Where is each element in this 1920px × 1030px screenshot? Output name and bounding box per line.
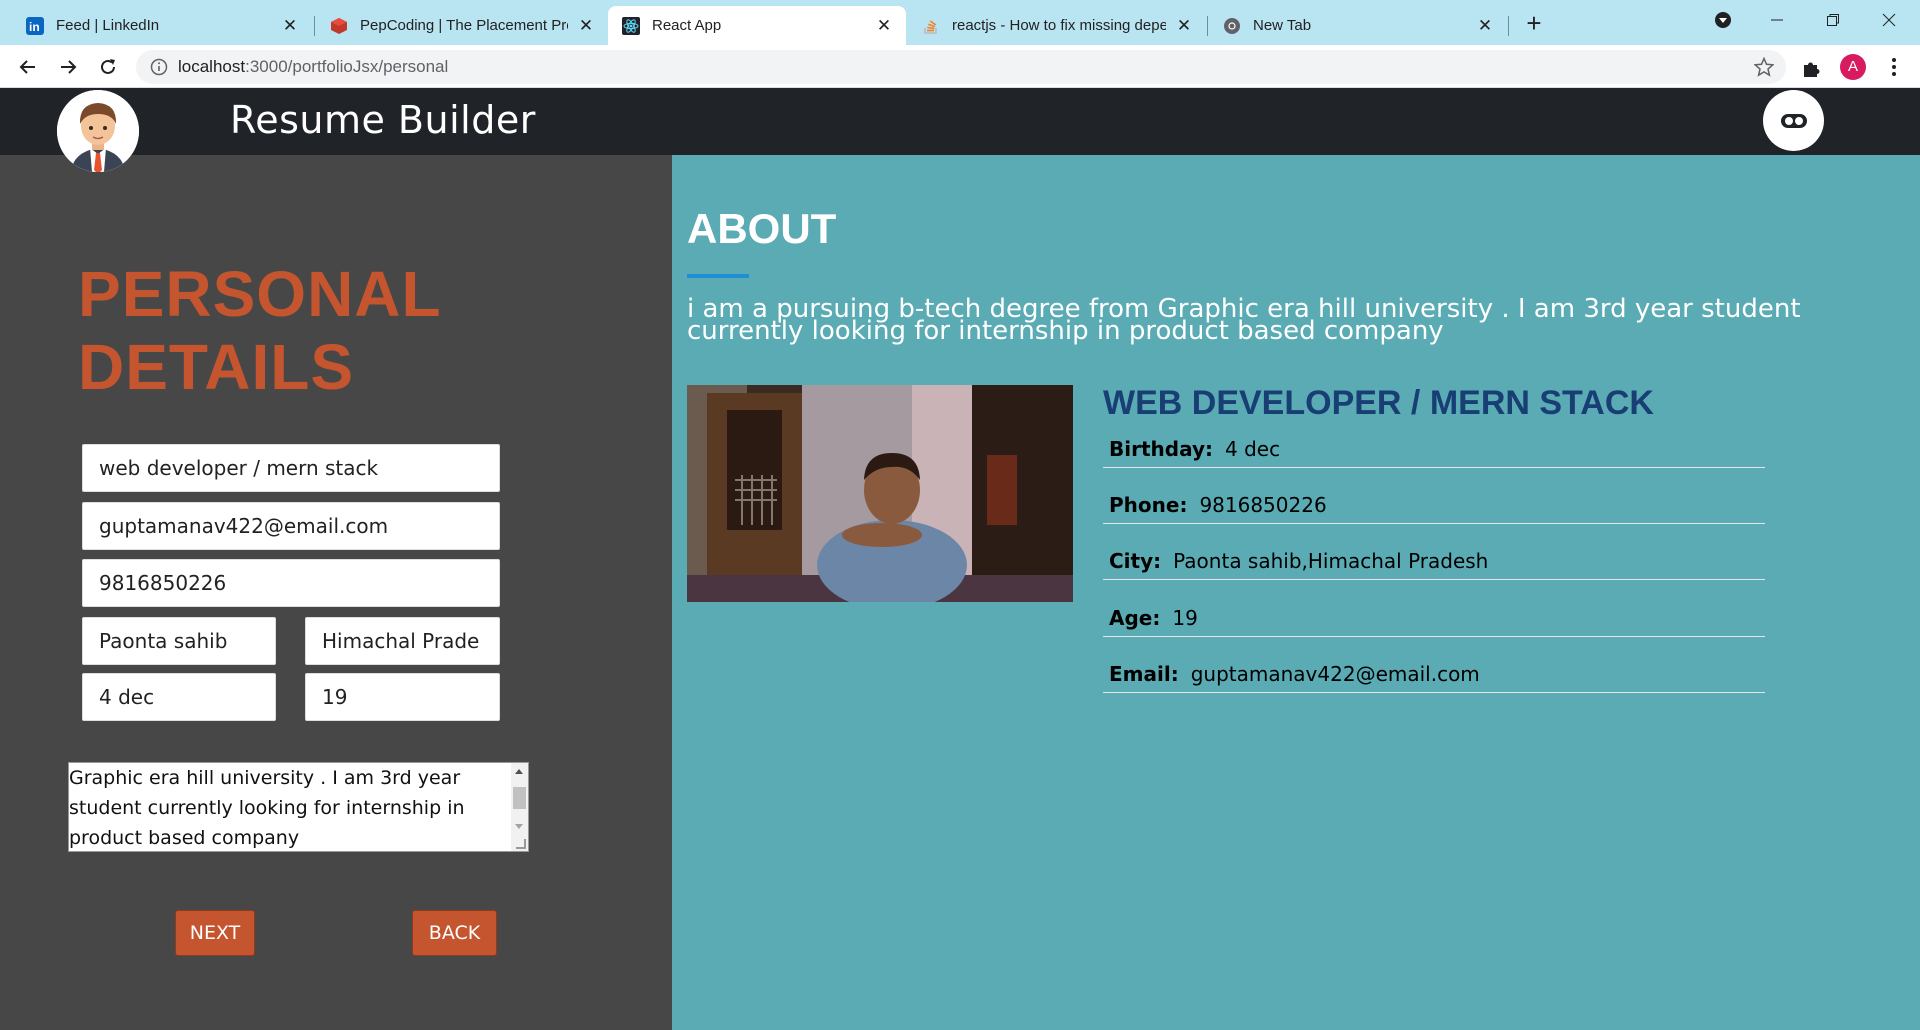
tab-react-app[interactable]: React App ✕ <box>608 6 906 45</box>
tab-new-tab[interactable]: New Tab ✕ <box>1209 6 1507 45</box>
restore-button[interactable] <box>1810 6 1856 34</box>
app-logo[interactable] <box>57 90 139 172</box>
tab-divider <box>1508 16 1509 36</box>
linkedin-icon: in <box>26 16 44 35</box>
info-label: Email: <box>1109 661 1179 686</box>
about-underline <box>687 274 749 278</box>
close-tab-icon[interactable]: ✕ <box>1473 14 1497 38</box>
age-input[interactable]: 19 <box>305 673 500 721</box>
back-nav-button[interactable] <box>12 51 44 83</box>
extensions-puzzle-icon[interactable] <box>1800 57 1822 79</box>
resize-handle-icon[interactable] <box>516 839 526 849</box>
new-tab-button[interactable]: + <box>1520 10 1548 38</box>
info-row-birthday: Birthday: 4 dec <box>1103 430 1765 468</box>
more-vertical-icon <box>1892 58 1896 76</box>
address-bar[interactable]: localhost:3000/portfolioJsx/personal <box>136 50 1786 84</box>
reload-icon <box>101 59 115 74</box>
url-text[interactable]: localhost:3000/portfolioJsx/personal <box>178 57 448 77</box>
tab-divider <box>1207 16 1208 36</box>
minimize-button[interactable] <box>1754 6 1800 34</box>
role-input[interactable]: web developer / mern stack <box>82 444 500 492</box>
profile-avatar[interactable]: A <box>1840 54 1866 80</box>
chrome-icon <box>1223 17 1241 35</box>
personal-details-form: PERSONAL DETAILS web developer / mern st… <box>0 155 672 1030</box>
tab-title: React App <box>652 17 722 34</box>
browser-toolbar: localhost:3000/portfolioJsx/personal A <box>0 45 1920 88</box>
state-input[interactable]: Himachal Prade <box>305 617 500 665</box>
about-textarea-text: Graphic era hill university . I am 3rd y… <box>69 767 465 849</box>
pepcoding-icon <box>330 17 348 35</box>
close-window-button[interactable] <box>1866 6 1912 34</box>
app-header: Resume Builder <box>0 88 1920 172</box>
tab-title: reactjs - How to fix missing depe <box>952 17 1166 34</box>
info-row-age: Age: 19 <box>1103 599 1765 637</box>
stackoverflow-icon <box>922 17 940 35</box>
info-label: Birthday: <box>1109 436 1213 461</box>
info-label: Age: <box>1109 605 1161 630</box>
tab-title: New Tab <box>1253 17 1312 34</box>
scroll-down-icon[interactable] <box>515 824 523 829</box>
tab-pepcoding[interactable]: PepCoding | The Placement Prog ✕ <box>316 6 608 45</box>
profile-photo <box>687 385 1073 602</box>
info-value: 9816850226 <box>1199 492 1327 517</box>
next-button[interactable]: NEXT <box>175 910 255 956</box>
back-button[interactable]: BACK <box>412 910 497 956</box>
about-textarea[interactable]: Graphic era hill university . I am 3rd y… <box>68 762 529 852</box>
close-tab-icon[interactable]: ✕ <box>1172 14 1196 38</box>
heading-line: PERSONAL <box>78 258 442 330</box>
react-icon <box>622 16 640 35</box>
scroll-up-icon[interactable] <box>515 769 523 774</box>
info-label: City: <box>1109 548 1162 573</box>
tab-stackoverflow[interactable]: reactjs - How to fix missing depe ✕ <box>908 6 1206 45</box>
info-value: guptamanav422@email.com <box>1190 661 1480 686</box>
toggle-icon <box>1780 113 1807 128</box>
forward-nav-button[interactable] <box>52 51 84 83</box>
svg-text:in: in <box>29 20 40 34</box>
info-row-city: City: Paonta sahib,Himachal Pradesh <box>1103 542 1765 580</box>
page-title: PERSONAL DETAILS <box>78 258 442 404</box>
browser-tab-strip: in Feed | LinkedIn ✕ PepCoding | The Pla… <box>0 0 1920 45</box>
email-input[interactable]: guptamanav422@email.com <box>82 502 500 550</box>
theme-toggle-button[interactable] <box>1763 90 1824 151</box>
resume-preview: ABOUT i am a pursuing b-tech degree from… <box>672 155 1920 1030</box>
info-value: 19 <box>1172 605 1198 630</box>
city-input[interactable]: Paonta sahib <box>82 617 276 665</box>
reload-button[interactable] <box>92 51 124 83</box>
scrollbar-thumb[interactable] <box>513 787 526 809</box>
heading-line: DETAILS <box>78 331 355 403</box>
tab-linkedin[interactable]: in Feed | LinkedIn ✕ <box>12 6 312 45</box>
info-value: Paonta sahib,Himachal Pradesh <box>1173 548 1489 573</box>
info-label: Phone: <box>1109 492 1188 517</box>
info-icon[interactable] <box>150 58 168 76</box>
tab-divider <box>314 16 315 36</box>
restore-icon <box>1827 14 1839 26</box>
info-value: 4 dec <box>1225 436 1281 461</box>
app-title: Resume Builder <box>230 98 536 142</box>
birthday-input[interactable]: 4 dec <box>82 673 276 721</box>
close-icon <box>1882 13 1896 27</box>
info-row-email: Email: guptamanav422@email.com <box>1103 655 1765 693</box>
textarea-scrollbar[interactable] <box>511 763 528 851</box>
arrow-left-icon <box>19 60 35 74</box>
phone-input[interactable]: 9816850226 <box>82 559 500 607</box>
close-tab-icon[interactable]: ✕ <box>574 14 598 38</box>
tab-title: Feed | LinkedIn <box>56 17 160 34</box>
avatar-man-icon <box>57 90 139 172</box>
bookmark-star-icon[interactable] <box>1754 57 1774 77</box>
minimize-icon <box>1771 19 1783 21</box>
preview-role: WEB DEVELOPER / MERN STACK <box>1103 384 1654 422</box>
about-text: i am a pursuing b-tech degree from Graph… <box>687 294 1801 346</box>
chevron-down-icon <box>1715 12 1731 28</box>
browser-menu-button[interactable] <box>1884 55 1904 79</box>
about-heading: ABOUT <box>687 205 837 252</box>
tab-search-button[interactable] <box>1700 6 1746 34</box>
tab-title: PepCoding | The Placement Prog <box>360 17 568 34</box>
url-host: localhost <box>178 57 246 76</box>
arrow-right-icon <box>61 60 77 74</box>
close-tab-icon[interactable]: ✕ <box>872 14 896 38</box>
close-tab-icon[interactable]: ✕ <box>278 14 302 38</box>
info-row-phone: Phone: 9816850226 <box>1103 486 1765 524</box>
url-path: :3000/portfolioJsx/personal <box>245 57 449 76</box>
